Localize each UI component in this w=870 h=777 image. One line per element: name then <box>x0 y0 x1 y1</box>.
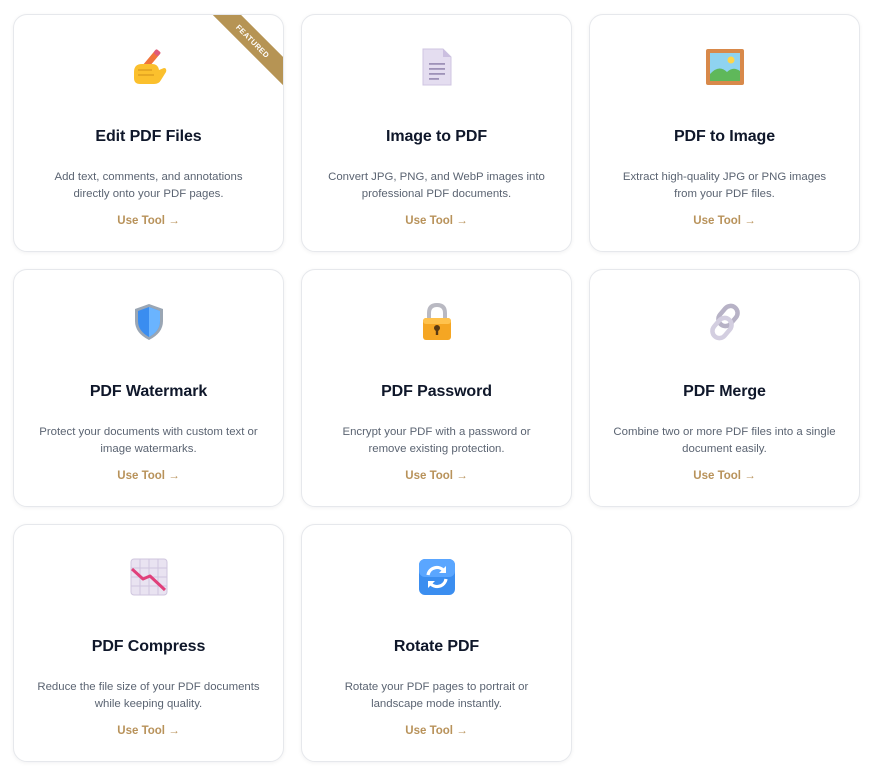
tool-description: Rotate your PDF pages to portrait or lan… <box>344 681 529 710</box>
tool-description: Protect your documents with custom text … <box>39 426 258 455</box>
tool-description: Encrypt your PDF with a password or remo… <box>342 426 531 455</box>
use-tool-link[interactable]: Use Tool → <box>14 215 283 227</box>
tool-title: Image to PDF <box>385 128 488 145</box>
use-tool-link[interactable]: Use Tool → <box>14 725 283 737</box>
use-tool-link[interactable]: Use Tool → <box>302 470 571 482</box>
shield-icon <box>127 300 171 344</box>
tool-card-rotate-pdf[interactable]: Rotate PDF Rotate your PDF pages to port… <box>301 524 572 762</box>
tool-title: PDF Compress <box>91 638 206 655</box>
tool-title: PDF Password <box>381 383 492 400</box>
chart-decreasing-icon <box>127 555 171 599</box>
framed-picture-icon <box>703 45 747 89</box>
use-tool-link[interactable]: Use Tool → <box>14 470 283 482</box>
tool-card-edit-pdf[interactable]: FEATURED Edit PDF Files Add text, commen… <box>13 14 284 252</box>
lock-icon <box>415 300 459 344</box>
writing-hand-icon <box>127 45 171 89</box>
use-tool-link[interactable]: Use Tool → <box>302 725 571 737</box>
tools-grid: FEATURED Edit PDF Files Add text, commen… <box>13 14 860 762</box>
tool-description: Convert JPG, PNG, and WebP images into p… <box>328 171 545 200</box>
tool-card-image-to-pdf[interactable]: Image to PDF Convert JPG, PNG, and WebP … <box>301 14 572 252</box>
chain-link-icon <box>703 300 747 344</box>
tool-title: Edit PDF Files <box>95 128 202 145</box>
tool-description: Reduce the file size of your PDF documen… <box>37 681 260 710</box>
tool-card-pdf-password[interactable]: PDF Password Encrypt your PDF with a pas… <box>301 269 572 507</box>
tool-title: PDF Merge <box>683 383 766 400</box>
use-tool-link[interactable]: Use Tool → <box>590 470 859 482</box>
featured-ribbon: FEATURED <box>201 15 283 93</box>
tool-description: Add text, comments, and annotations dire… <box>54 171 243 200</box>
tool-title: PDF to Image <box>673 128 776 145</box>
tool-card-pdf-merge[interactable]: PDF Merge Combine two or more PDF files … <box>589 269 860 507</box>
tool-description: Extract high-quality JPG or PNG images f… <box>622 171 827 200</box>
use-tool-link[interactable]: Use Tool → <box>302 215 571 227</box>
tool-card-pdf-compress[interactable]: PDF Compress Reduce the file size of you… <box>13 524 284 762</box>
tool-description: Combine two or more PDF files into a sin… <box>613 426 836 455</box>
rotate-arrows-icon <box>415 555 459 599</box>
document-icon <box>415 45 459 89</box>
tool-card-pdf-watermark[interactable]: PDF Watermark Protect your documents wit… <box>13 269 284 507</box>
use-tool-link[interactable]: Use Tool → <box>590 215 859 227</box>
tool-title: Rotate PDF <box>393 638 480 655</box>
tool-card-pdf-to-image[interactable]: PDF to Image Extract high-quality JPG or… <box>589 14 860 252</box>
tool-title: PDF Watermark <box>89 383 208 400</box>
